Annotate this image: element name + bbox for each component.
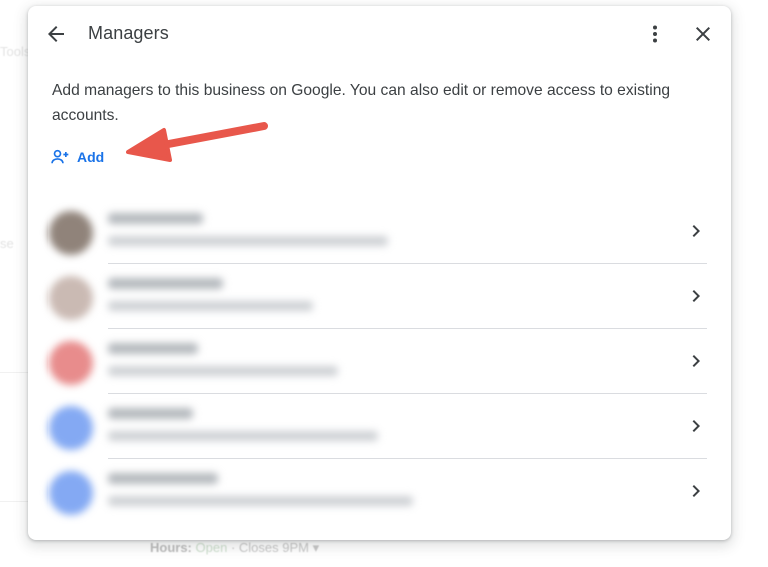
add-button-label: Add <box>77 149 105 165</box>
background-text-fragment: se <box>0 236 14 251</box>
blur-overlay <box>48 203 468 263</box>
person-add-icon <box>51 149 69 164</box>
blur-overlay <box>48 398 468 458</box>
dialog-header: Managers <box>28 6 731 64</box>
manager-row[interactable] <box>28 199 731 264</box>
arrow-back-icon <box>48 26 64 42</box>
hours-label: Hours: <box>150 540 192 555</box>
managers-list <box>28 199 731 524</box>
more-vert-icon <box>653 25 657 43</box>
dialog-title: Managers <box>88 23 169 43</box>
hours-closes: · Closes 9PM ▾ <box>230 540 320 555</box>
managers-dialog: Managers Add managers to this business o… <box>28 6 731 540</box>
close-icon <box>696 27 710 41</box>
manager-row[interactable] <box>28 264 731 329</box>
annotation-arrow-icon <box>126 122 268 162</box>
background-hours: Hours: Open · Closes 9PM ▾ <box>150 540 319 556</box>
chevron-right-icon[interactable] <box>684 414 708 438</box>
add-manager-button[interactable]: Add <box>50 145 104 169</box>
manager-row[interactable] <box>28 394 731 459</box>
blur-overlay <box>48 463 468 523</box>
close-button[interactable] <box>685 16 721 52</box>
chevron-right-icon[interactable] <box>684 284 708 308</box>
blur-overlay <box>48 333 468 393</box>
manager-row[interactable] <box>28 459 731 524</box>
back-button[interactable] <box>38 16 74 52</box>
manager-row[interactable] <box>28 329 731 394</box>
blur-overlay <box>48 268 468 328</box>
chevron-right-icon[interactable] <box>684 349 708 373</box>
background-text-tools: Tools <box>0 44 31 59</box>
chevron-right-icon[interactable] <box>684 479 708 503</box>
hours-status: Open <box>195 540 228 555</box>
chevron-right-icon[interactable] <box>684 219 708 243</box>
more-options-button[interactable] <box>637 16 673 52</box>
